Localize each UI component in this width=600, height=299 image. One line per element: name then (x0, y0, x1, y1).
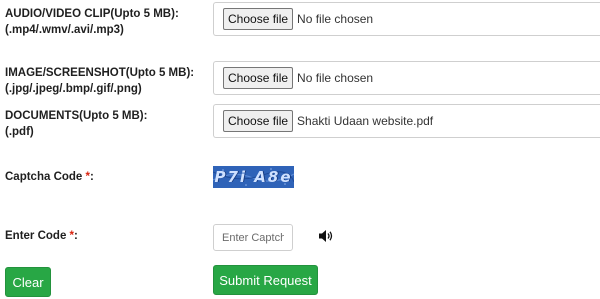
captcha-code-input[interactable] (213, 224, 293, 251)
audio-label: AUDIO/VIDEO CLIP(Upto 5 MB): (.mp4/.wmv/… (5, 6, 179, 38)
image-label-title: IMAGE/SCREENSHOT(Upto 5 MB): (5, 67, 195, 79)
captcha-code-text: P7i A8e (214, 168, 293, 186)
image-label: IMAGE/SCREENSHOT(Upto 5 MB): (.jpg/.jpeg… (5, 65, 194, 97)
audio-label-formats: (.mp4/.wmv/.avi/.mp3) (5, 24, 124, 36)
documents-file-status: Shakti Udaan website.pdf (297, 114, 434, 128)
captcha-image: P7i A8e (213, 166, 294, 188)
captcha-label-text: Captcha Code (5, 171, 86, 183)
audio-label-title: AUDIO/VIDEO CLIP(Upto 5 MB): (5, 8, 179, 20)
speaker-icon[interactable] (318, 229, 334, 243)
documents-label: DOCUMENTS(Upto 5 MB): (.pdf) (5, 108, 147, 140)
image-file-input[interactable]: Choose file No file chosen (213, 61, 600, 95)
audio-file-status: No file chosen (297, 12, 374, 26)
submit-request-button[interactable]: Submit Request (213, 265, 318, 295)
documents-choose-file-button[interactable]: Choose file (223, 110, 294, 132)
documents-label-formats: (.pdf) (5, 126, 34, 138)
enter-code-label-text: Enter Code (5, 230, 70, 242)
captcha-label: Captcha Code *: (5, 171, 94, 183)
audio-choose-file-button[interactable]: Choose file (223, 8, 294, 30)
documents-label-title: DOCUMENTS(Upto 5 MB): (5, 110, 148, 122)
enter-code-label: Enter Code *: (5, 230, 78, 242)
image-choose-file-button[interactable]: Choose file (223, 67, 294, 89)
clear-button[interactable]: Clear (5, 267, 51, 297)
audio-file-input[interactable]: Choose file No file chosen (213, 2, 600, 36)
image-label-formats: (.jpg/.jpeg/.bmp/.gif/.png) (5, 83, 142, 95)
documents-file-input[interactable]: Choose file Shakti Udaan website.pdf (213, 104, 600, 138)
image-file-status: No file chosen (297, 71, 374, 85)
